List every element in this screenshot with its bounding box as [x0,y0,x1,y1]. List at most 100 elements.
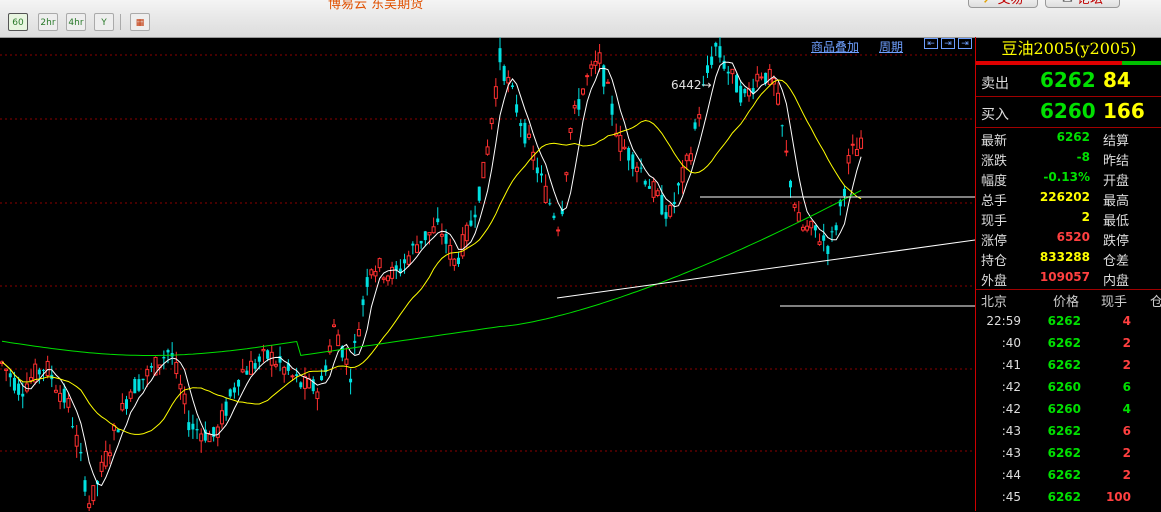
candle-body [489,118,494,125]
period-button-4hr[interactable]: 4hr [66,13,86,31]
candle-body [373,271,378,277]
candle-body [854,148,859,157]
candle-body [800,226,805,231]
trade-row: :42 6260 4 [976,402,1161,424]
ticker-text: 博易云 东吴期货 [328,0,424,12]
stat-label-2: 仓差 [1103,254,1130,269]
candle-body [45,360,50,377]
candle-body [452,258,457,266]
period-button-2hr[interactable]: 2hr [38,13,58,31]
candle-body [103,451,108,467]
stat-value: 6262 [1056,130,1090,144]
trade-button[interactable]: ➚ 交易 [968,0,1038,8]
candle-body [850,143,855,146]
trade-row: :40 6262 2 [976,336,1161,358]
period-button-60[interactable]: 60 [8,13,28,31]
candle-body [714,42,718,47]
period-label: Y [101,18,107,28]
candle-body [315,391,320,400]
candle-body [394,265,398,271]
candle-body [249,360,253,375]
nav-right-icon[interactable]: ⇥ [941,38,955,49]
candle-body [83,480,87,492]
forum-button[interactable]: ✉ 论坛 [1045,0,1120,8]
candle-body [610,103,614,115]
candle-body [224,401,228,416]
trade-time: :43 [1001,424,1021,438]
nav-end-icon[interactable]: ⇥ [958,38,972,49]
candle-body [74,434,79,447]
period-link[interactable]: 周期 [879,38,903,55]
candle-body [535,167,539,174]
stat-value: 833288 [1039,250,1090,264]
candle-body [622,146,627,150]
candle-body [431,226,436,234]
stat-value: -0.13% [1043,170,1090,184]
candle-body [232,387,236,393]
trade-time: :40 [1001,336,1021,350]
candle-body [336,334,341,347]
candle-body [506,76,511,84]
candle-body [651,181,656,198]
candle-body [548,203,552,205]
trade-row: :43 6262 6 [976,424,1161,446]
candle-body [660,195,664,215]
candle-body [680,167,685,183]
candle-body [219,410,224,425]
stat-label-2: 内盘 [1103,274,1130,289]
candle-body [62,388,66,403]
stat-label: 幅度 [981,174,1008,189]
candle-body [191,423,195,430]
bid-label: 买入 [981,107,1009,123]
candle-body [776,92,781,105]
candle-body [564,172,569,176]
nav-left-icon[interactable]: ⇤ [924,38,938,49]
divider [976,289,1161,290]
stat-label-2: 最低 [1103,214,1130,229]
candle-body [99,461,104,472]
candle-body [174,361,179,375]
candle-body [107,452,112,457]
candle-body [178,383,183,390]
stat-label: 总手 [981,194,1008,209]
candle-body [21,393,25,397]
candlestick-chart[interactable]: 6442→ [0,37,975,511]
contract-title: 豆油2005(y2005) [1001,39,1137,58]
candle-body [423,231,427,241]
trendline [556,239,975,299]
candle-body [120,402,125,411]
overlay-link[interactable]: 商品叠加 [811,38,859,55]
stat-row: 外盘 109057 内盘 [976,270,1161,290]
candle-body [12,377,16,391]
candle-body [743,89,747,94]
ma-mid-line [1,79,862,435]
candle-body [523,122,527,144]
trade-price: 6262 [1047,358,1081,372]
stat-label-2: 最高 [1103,194,1130,209]
candle-body [830,231,834,233]
candle-body [195,429,199,431]
candle-body [515,104,519,113]
trade-button-label: 交易 [998,0,1024,7]
period-button-year[interactable]: Y [94,13,114,31]
chat-icon: ✉ [1062,0,1073,7]
candle-body [464,224,469,242]
trade-time: :43 [1001,446,1021,460]
candle-body [406,255,411,265]
candle-body [627,148,631,161]
candle-body [589,64,594,69]
calendar-icon[interactable]: ▦ [130,13,150,31]
trade-qty: 4 [1122,402,1131,416]
candle-body [71,426,75,428]
candle-body [448,245,453,260]
candle-body [182,393,187,405]
candle-body [133,378,137,394]
stat-row: 最新 6262 结算 [976,130,1161,150]
period-label: 60 [12,18,24,28]
candle-body [805,225,810,231]
stat-row: 涨停 6520 跌停 [976,230,1161,250]
stat-label-2: 昨结 [1103,154,1130,169]
stat-row: 持仓 833288 仓差 [976,250,1161,270]
stat-row: 总手 226202 最高 [976,190,1161,210]
candle-body [577,99,581,110]
